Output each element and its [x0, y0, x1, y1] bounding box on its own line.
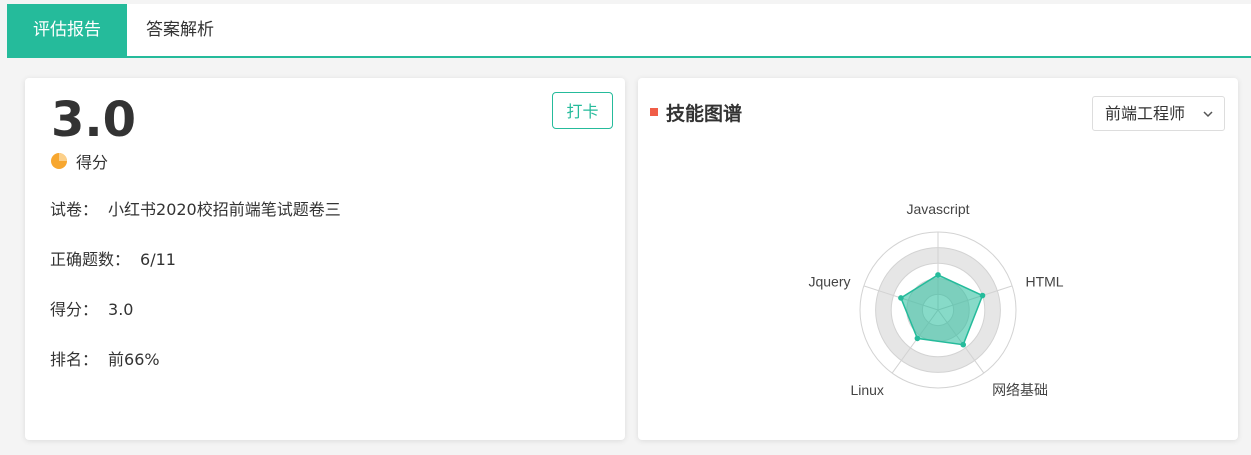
score-key: 得分：: [50, 300, 99, 319]
radar-point-2: [960, 341, 967, 348]
radar-label-1: HTML: [1025, 273, 1063, 289]
tab-analysis[interactable]: 答案解析: [127, 4, 233, 56]
rank-row: 排名： 前66%: [50, 349, 160, 371]
rank-key: 排名：: [50, 350, 99, 369]
radar-point-4: [898, 295, 904, 301]
pie-chart-icon: [51, 153, 67, 169]
summary-card: 3.0 得分 打卡 试卷： 小红书2020校招前端笔试题卷三 正确题数： 6/11 …: [25, 78, 625, 440]
tab-bar: 评估报告 答案解析: [7, 4, 1251, 58]
correct-count-value: 6/11: [140, 250, 176, 269]
paper-value: 小红书2020校招前端笔试题卷三: [108, 200, 341, 219]
rank-value: 前66%: [108, 350, 160, 369]
tab-report[interactable]: 评估报告: [7, 4, 127, 56]
radar-label-2: 网络基础: [992, 382, 1048, 398]
paper-key: 试卷：: [50, 200, 99, 219]
radar-point-1: [979, 292, 986, 299]
checkin-button[interactable]: 打卡: [552, 92, 613, 129]
radar-label-4: Jquery: [808, 273, 850, 289]
radar-point-3: [914, 335, 921, 342]
radar-point-0: [935, 272, 941, 278]
correct-count-row: 正确题数： 6/11: [50, 249, 176, 271]
correct-count-key: 正确题数：: [50, 250, 131, 269]
skills-card: 技能图谱 前端工程师 Javascript HTML 网络基础 Linux Jquery: [638, 78, 1238, 440]
radar-label-0: Javascript: [906, 201, 969, 217]
score-row-value: 3.0: [108, 300, 134, 319]
score-row: 得分： 3.0: [50, 299, 133, 321]
score-value: 3.0: [51, 92, 137, 148]
skill-radar-chart: Javascript HTML 网络基础 Linux Jquery: [808, 201, 1063, 398]
score-label-row: 得分: [50, 150, 108, 172]
paper-row: 试卷： 小红书2020校招前端笔试题卷三: [50, 199, 341, 221]
score-label: 得分: [76, 153, 109, 172]
radar-label-3: Linux: [850, 382, 883, 398]
